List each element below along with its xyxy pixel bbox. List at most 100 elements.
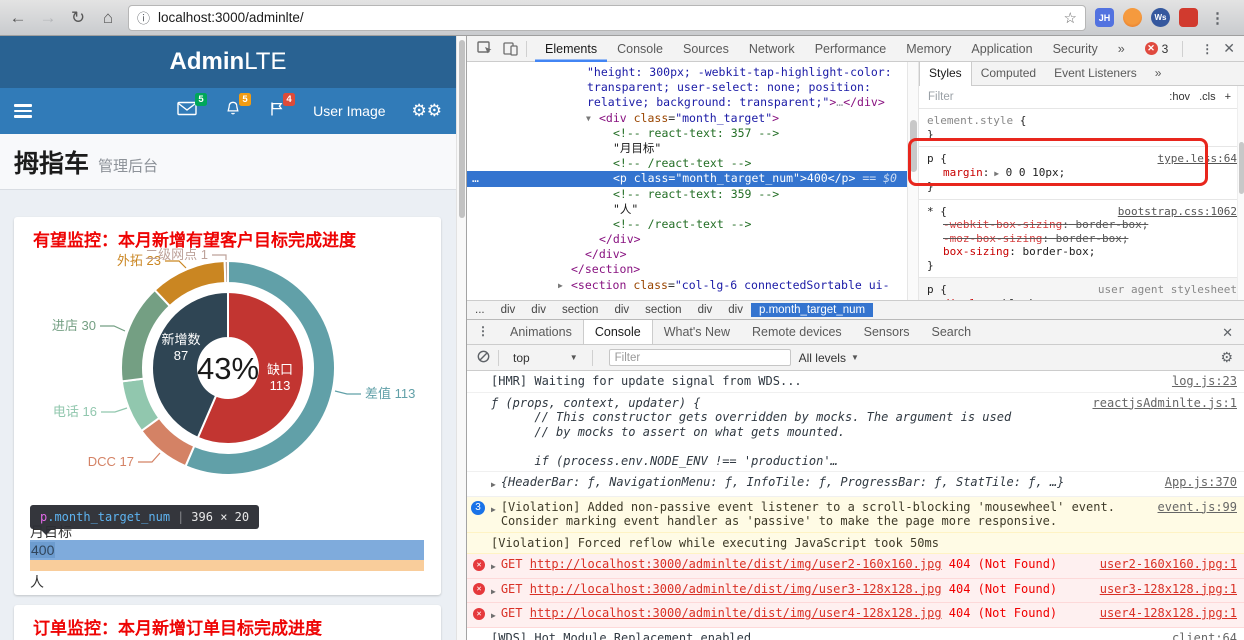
console-source-link[interactable]: client:64 <box>1172 631 1237 640</box>
stylesheet-source-link[interactable]: user agent stylesheet <box>1098 283 1237 297</box>
inspect-element-icon[interactable] <box>477 41 493 56</box>
expand-arrow-icon[interactable]: ▶ <box>491 478 496 493</box>
console-source-link[interactable]: log.js:23 <box>1172 374 1237 389</box>
devtools-tab-network[interactable]: Network <box>739 36 805 62</box>
devtools-tab-sources[interactable]: Sources <box>673 36 739 62</box>
console-source-link[interactable]: event.js:99 <box>1158 500 1237 515</box>
devtools-tab-memory[interactable]: Memory <box>896 36 961 62</box>
breadcrumb-item[interactable]: section <box>637 303 689 317</box>
devtools-tab-performance[interactable]: Performance <box>805 36 897 62</box>
page-scrollbar-thumb[interactable] <box>458 40 465 218</box>
clear-console-icon[interactable] <box>477 350 490 366</box>
drawer-tab-search[interactable]: Search <box>921 320 983 344</box>
styles-scrollbar-thumb[interactable] <box>1239 142 1244 194</box>
style-rule[interactable]: p {user agent stylesheetdisplay: block;} <box>919 278 1244 300</box>
console-message-error[interactable]: ✕ ▶ GET http://localhost:3000/adminlte/dis… <box>467 578 1244 603</box>
styles-tab-eventlisteners[interactable]: Event Listeners <box>1045 62 1146 85</box>
error-url-link[interactable]: http://localhost:3000/adminlte/dist/img/… <box>530 557 942 571</box>
style-rule[interactable]: element.style {} <box>919 109 1244 147</box>
console-message-violation[interactable]: 3 ▶ [Violation] Added non-passive event li… <box>467 496 1244 533</box>
devtools-tab-security[interactable]: Security <box>1043 36 1108 62</box>
dom-tree-row[interactable]: ▼ <div class="month_target"> <box>467 111 907 126</box>
console-source-link[interactable]: reactjsAdminlte.js:1 <box>1093 396 1238 411</box>
error-url-link[interactable]: http://localhost:3000/adminlte/dist/img/… <box>530 582 942 596</box>
drawer-tab-remote-devices[interactable]: Remote devices <box>741 320 853 344</box>
styles-toggle[interactable]: + <box>1225 91 1231 103</box>
adminlte-logo-band[interactable]: AdminLTE <box>0 36 456 88</box>
dom-tree-row[interactable]: </div> <box>467 247 907 262</box>
chart-slice-二级网点-outer[interactable] <box>223 259 229 285</box>
breadcrumb-item[interactable]: section <box>554 303 606 317</box>
address-bar[interactable]: ⓘ localhost:3000/adminlte/ ☆ <box>128 4 1086 31</box>
dom-tree-row[interactable]: <!-- react-text: 357 --> <box>467 126 907 141</box>
tasks-menu[interactable]: 4 <box>269 92 296 122</box>
sidebar-toggle-icon[interactable] <box>14 101 32 121</box>
console-message-log[interactable]: [HMR] Waiting for update signal from WDS… <box>467 371 1244 393</box>
settings-gears-icon[interactable]: ⚙⚙ <box>412 101 442 121</box>
device-toolbar-icon[interactable] <box>503 41 518 56</box>
extension-red-icon[interactable] <box>1179 8 1198 27</box>
breadcrumb-item[interactable]: div <box>523 303 554 317</box>
breadcrumb-item[interactable]: p.month_target_num <box>750 303 874 317</box>
console-message-error[interactable]: ✕ ▶ GET http://localhost:3000/adminlte/dis… <box>467 554 1244 579</box>
target-progress-donut-chart[interactable]: 差值 113DCC 17电话 16进店 30外拓 23二级网点 1缺口113新增… <box>14 246 441 482</box>
url-text[interactable]: localhost:3000/adminlte/ <box>158 10 1064 25</box>
drawer-tab-sensors[interactable]: Sensors <box>853 320 921 344</box>
dom-tree-row[interactable]: transparent; user-select: none; position… <box>467 80 907 95</box>
expand-arrow-icon[interactable]: ▶ <box>491 560 496 575</box>
notifications-menu[interactable]: 5 <box>225 92 252 122</box>
error-count[interactable]: 3 <box>1162 42 1169 56</box>
collapsed-arrow-icon[interactable]: ▶ <box>558 278 563 293</box>
stylesheet-source-link[interactable]: bootstrap.css:1062 <box>1118 205 1237 219</box>
back-icon[interactable]: ← <box>6 8 30 28</box>
styles-tab-styles[interactable]: Styles <box>919 62 972 86</box>
expand-arrow-icon[interactable]: ▶ <box>491 585 496 600</box>
reload-icon[interactable]: ↻ <box>66 8 90 28</box>
extension-ws-icon[interactable]: Ws <box>1151 8 1170 27</box>
console-source-link[interactable]: App.js:370 <box>1165 475 1237 490</box>
dom-tree-row[interactable]: "月目标" <box>467 141 907 156</box>
dom-tree-row[interactable]: <!-- /react-text --> <box>467 217 907 232</box>
styles-tab-[interactable]: » <box>1146 62 1171 85</box>
console-settings-icon[interactable]: ⚙ <box>1220 349 1233 366</box>
devtools-tab-[interactable]: » <box>1108 36 1135 62</box>
styles-tab-computed[interactable]: Computed <box>972 62 1045 85</box>
breadcrumb-item[interactable]: div <box>606 303 637 317</box>
devtools-tab-console[interactable]: Console <box>607 36 673 62</box>
bookmark-star-icon[interactable]: ☆ <box>1064 9 1077 27</box>
drawer-menu-icon[interactable]: ⋮ <box>467 320 499 344</box>
extension-jh-icon[interactable]: JH <box>1095 8 1114 27</box>
styles-toggle[interactable]: .cls <box>1199 91 1216 103</box>
breadcrumb-item[interactable]: div <box>493 303 524 317</box>
home-icon[interactable]: ⌂ <box>96 8 120 28</box>
console-source-link[interactable]: user3-128x128.jpg:1 <box>1100 582 1237 597</box>
dom-tree-row[interactable]: </div> <box>467 232 907 247</box>
styles-toggle[interactable]: :hov <box>1169 91 1190 103</box>
devtools-tab-application[interactable]: Application <box>961 36 1042 62</box>
drawer-close-icon[interactable]: ✕ <box>1210 320 1244 344</box>
console-context-selector[interactable]: top ▼ <box>507 351 584 365</box>
style-rule[interactable]: * {bootstrap.css:1062 -webkit-box-sizing:… <box>919 200 1244 278</box>
console-source-link[interactable]: user4-128x128.jpg:1 <box>1100 606 1237 621</box>
styles-filter-input[interactable]: Filter <box>928 91 954 103</box>
drawer-tab-what-s-new[interactable]: What's New <box>653 320 741 344</box>
page-scrollbar[interactable] <box>456 36 466 640</box>
messages-menu[interactable]: 5 <box>177 93 208 121</box>
site-info-icon[interactable]: ⓘ <box>137 8 150 27</box>
expand-arrow-icon[interactable]: ▶ <box>491 609 496 624</box>
dom-tree-row[interactable]: </section> <box>467 262 907 277</box>
elements-scrollbar-thumb[interactable] <box>910 120 917 172</box>
styles-scrollbar[interactable] <box>1237 86 1244 300</box>
breadcrumb-item[interactable]: div <box>720 303 751 317</box>
dom-tree-row[interactable]: "height: 300px; -webkit-tap-highlight-co… <box>467 65 907 80</box>
console-message-func[interactable]: ƒ (props, context, updater) { // This co… <box>467 393 1244 472</box>
error-url-link[interactable]: http://localhost:3000/adminlte/dist/img/… <box>530 606 942 620</box>
dom-tree-row[interactable]: <!-- /react-text --> <box>467 156 907 171</box>
dom-tree-row[interactable]: relative; background: transparent;">…</d… <box>467 95 907 110</box>
elements-scrollbar[interactable] <box>907 62 919 300</box>
dom-tree-row[interactable]: ▶ <section class="col-lg-6 connectedSorta… <box>467 278 907 293</box>
devtools-tab-elements[interactable]: Elements <box>535 36 607 62</box>
drawer-tab-animations[interactable]: Animations <box>499 320 583 344</box>
error-badge-icon[interactable]: ✕ <box>1144 42 1158 55</box>
console-message-error[interactable]: ✕ ▶ GET http://localhost:3000/adminlte/dis… <box>467 603 1244 628</box>
